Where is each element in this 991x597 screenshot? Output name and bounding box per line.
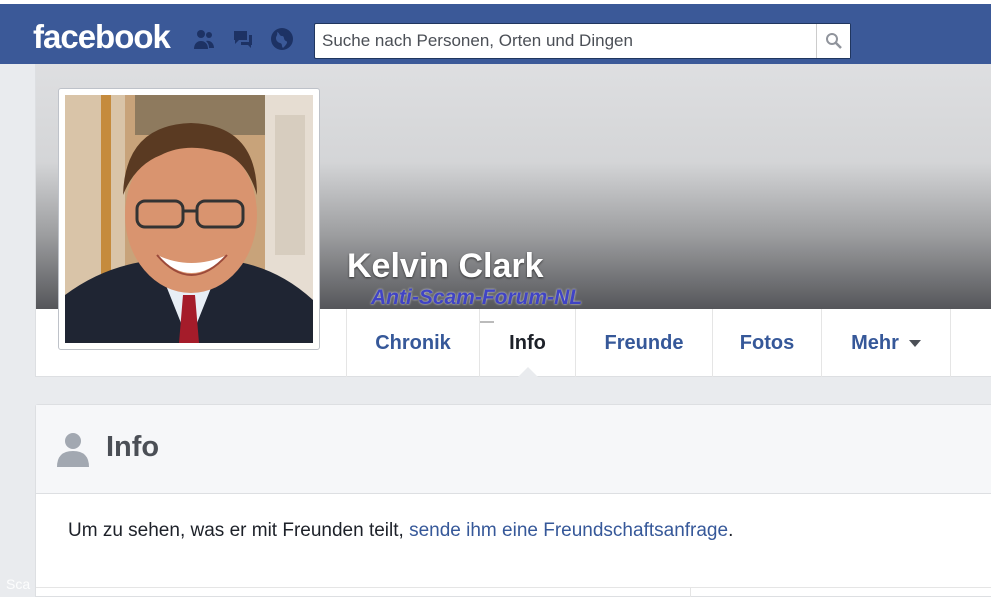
profile-picture-frame[interactable]	[58, 88, 320, 350]
profile-name[interactable]: Kelvin Clark	[347, 247, 544, 286]
search-button[interactable]	[816, 24, 850, 58]
chevron-down-icon	[908, 339, 921, 347]
facebook-logo[interactable]: facebook	[33, 18, 171, 56]
info-card: Info Um zu sehen, was er mit Freunden te…	[35, 404, 991, 597]
tab-mehr[interactable]: Mehr	[821, 309, 951, 377]
top-navigation-bar: facebook	[0, 0, 991, 64]
search-icon	[825, 33, 842, 49]
friend-request-prompt: Um zu sehen, was er mit Freunden teilt, …	[68, 520, 734, 541]
friend-requests-icon[interactable]	[191, 26, 217, 52]
send-friend-request-link[interactable]: sende ihm eine Freundschaftsanfrage	[409, 520, 728, 541]
card-footer-divider	[36, 587, 991, 597]
tab-freunde[interactable]: Freunde	[575, 309, 712, 377]
search-input[interactable]	[315, 24, 817, 58]
messages-icon[interactable]	[230, 26, 256, 52]
info-card-header: Info	[36, 405, 991, 494]
corner-watermark: Sca	[6, 576, 31, 592]
search-box[interactable]	[314, 23, 851, 59]
tab-chronik[interactable]: Chronik	[346, 309, 479, 377]
tab-info[interactable]: Info	[479, 309, 575, 378]
profile-picture[interactable]	[65, 95, 313, 343]
left-gutter	[0, 64, 35, 597]
info-card-title: Info	[106, 431, 160, 463]
profile-tabs: Chronik Info Freunde Fotos Mehr	[346, 309, 951, 378]
tab-fotos[interactable]: Fotos	[712, 309, 821, 377]
person-icon	[57, 433, 89, 467]
watermark-text: Anti-Scam-Forum-NL	[371, 286, 583, 309]
notifications-globe-icon[interactable]	[269, 26, 295, 52]
